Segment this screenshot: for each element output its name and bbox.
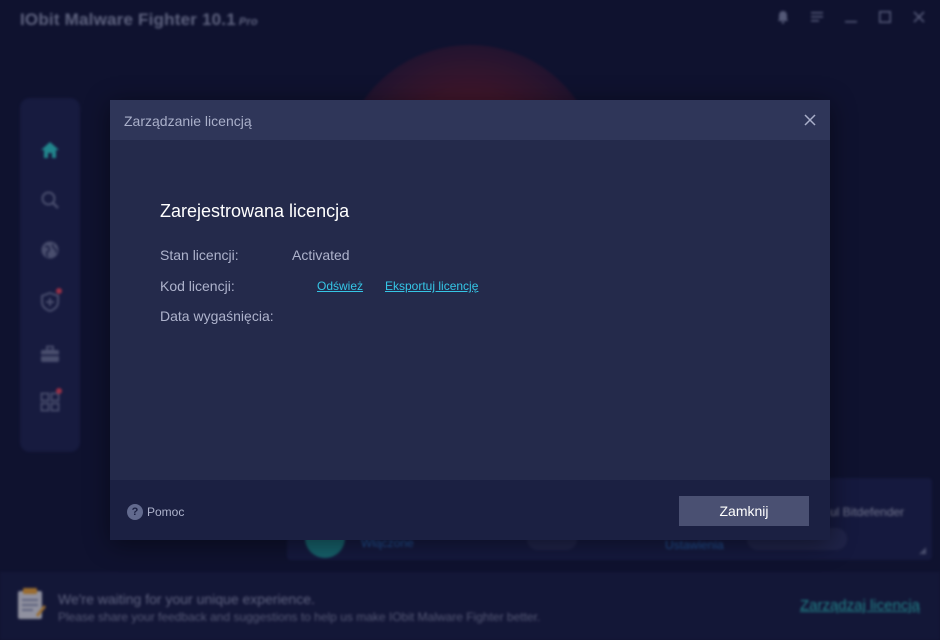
license-code-label: Kod licencji: — [160, 278, 235, 294]
export-license-link[interactable]: Eksportuj licencję — [385, 279, 478, 293]
dialog-title: Zarządzanie licencją — [124, 113, 252, 129]
dialog-header: Zarządzanie licencją — [110, 100, 830, 140]
dialog-footer: ? Pomoc Zamknij — [110, 480, 830, 540]
dialog-close-icon[interactable] — [798, 108, 822, 132]
license-status-value: Activated — [292, 247, 350, 263]
license-status-label: Stan licencji: — [160, 247, 239, 263]
dialog-body: Zarejestrowana licencja Stan licencji: A… — [110, 140, 830, 480]
help-link[interactable]: ? Pomoc — [127, 504, 184, 520]
refresh-link[interactable]: Odśwież — [317, 279, 363, 293]
close-button[interactable]: Zamknij — [679, 496, 809, 526]
license-dialog: Zarządzanie licencją Zarejestrowana lice… — [110, 100, 830, 540]
help-question-icon: ? — [127, 504, 143, 520]
registered-license-heading: Zarejestrowana licencja — [160, 201, 350, 221]
expiry-date-label: Data wygaśnięcia: — [160, 308, 274, 324]
help-label: Pomoc — [147, 505, 185, 519]
